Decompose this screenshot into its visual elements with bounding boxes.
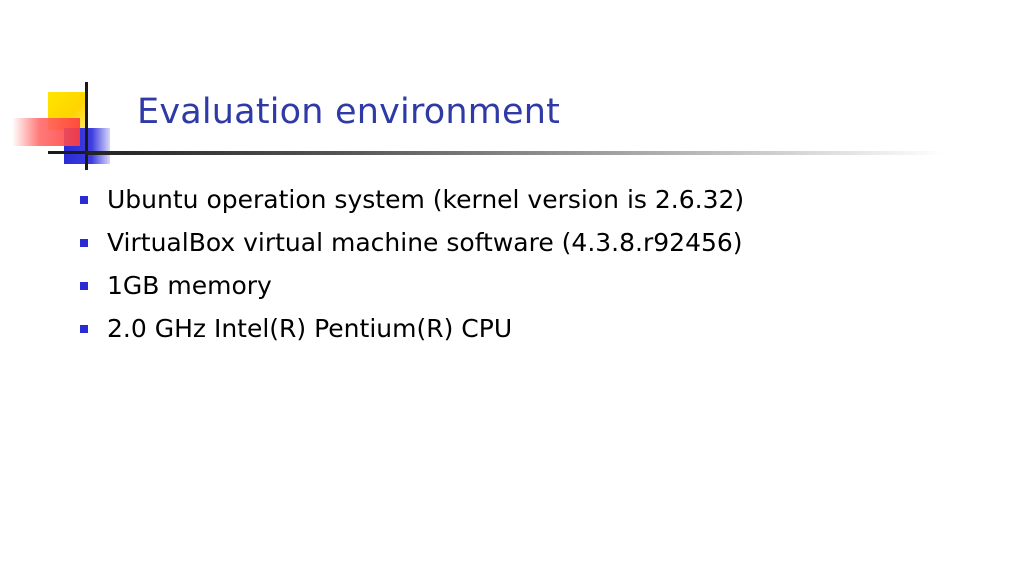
- bullet-text: Ubuntu operation system (kernel version …: [107, 185, 745, 214]
- square-bullet-icon: [80, 325, 88, 333]
- square-bullet-icon: [80, 196, 88, 204]
- bullet-text: 1GB memory: [107, 271, 272, 300]
- red-bar-decoration: [12, 118, 80, 146]
- slide: Evaluation environment Ubuntu operation …: [0, 0, 1024, 576]
- bullet-list: Ubuntu operation system (kernel version …: [78, 180, 744, 352]
- square-bullet-icon: [80, 282, 88, 290]
- title-underline: [85, 151, 945, 155]
- bullet-text: 2.0 GHz Intel(R) Pentium(R) CPU: [107, 314, 513, 343]
- bullet-item: Ubuntu operation system (kernel version …: [78, 180, 744, 223]
- bullet-item: 1GB memory: [78, 266, 744, 309]
- square-bullet-icon: [80, 239, 88, 247]
- decorative-emblem: [0, 80, 140, 175]
- bullet-item: VirtualBox virtual machine software (4.3…: [78, 223, 744, 266]
- vertical-line-decoration: [85, 82, 88, 170]
- bullet-text: VirtualBox virtual machine software (4.3…: [107, 228, 743, 257]
- bullet-item: 2.0 GHz Intel(R) Pentium(R) CPU: [78, 309, 744, 352]
- slide-title: Evaluation environment: [137, 92, 561, 132]
